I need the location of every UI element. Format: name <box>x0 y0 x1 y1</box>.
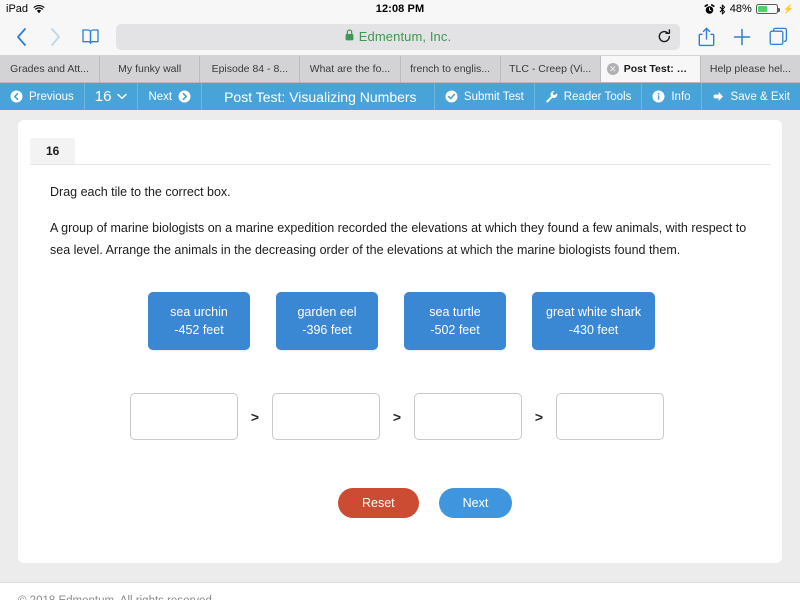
alarm-clock-icon <box>704 3 715 15</box>
submit-test-label: Submit Test <box>463 90 524 103</box>
forward-button[interactable] <box>44 24 66 50</box>
lightning-bolt-icon: ⚡ <box>782 3 794 14</box>
share-icon[interactable] <box>694 24 718 50</box>
assessment-title: Post Test: Visualizing Numbers <box>202 83 435 110</box>
arrow-right-circle-icon <box>178 90 191 103</box>
tile-animal-name: sea turtle <box>429 304 481 319</box>
question-number-value: 16 <box>94 88 112 105</box>
next-question-button[interactable]: Next <box>138 83 203 110</box>
question-number-selector[interactable]: 16 <box>85 83 139 110</box>
browser-tab-label: What are the fo... <box>309 63 391 75</box>
browser-tab-label: Episode 84 - 8... <box>211 63 289 75</box>
tile-animal-name: sea urchin <box>170 304 228 319</box>
question-header-divider <box>30 164 770 165</box>
browser-tab[interactable]: My funky wall <box>100 56 201 82</box>
reload-icon[interactable] <box>657 28 672 45</box>
save-and-exit-label: Save & Exit <box>730 90 790 103</box>
browser-tab-label: Post Test: Vi... <box>623 63 694 75</box>
draggable-tile[interactable]: sea urchin -452 feet <box>148 291 250 350</box>
info-button[interactable]: Info <box>642 83 702 110</box>
drop-zone[interactable] <box>130 393 238 440</box>
tile-elevation-value: -502 feet <box>430 322 480 337</box>
tile-elevation-value: -396 feet <box>302 322 352 337</box>
assessment-toolbar-right: Submit Test Reader Tools Info Save & Exi… <box>435 83 800 110</box>
greater-than-separator: > <box>250 408 260 425</box>
draggable-tile[interactable]: garden eel -396 feet <box>276 291 378 350</box>
reader-tools-button[interactable]: Reader Tools <box>535 83 643 110</box>
browser-tab[interactable]: french to englis... <box>400 56 501 82</box>
browser-tab-active[interactable]: ✕ Post Test: Vi... <box>600 56 701 82</box>
info-label: Info <box>671 90 691 103</box>
status-bar-clock: 12:08 PM <box>375 3 425 15</box>
info-circle-icon <box>652 90 665 103</box>
page-background: 16 Drag each tile to the correct box. A … <box>0 110 800 600</box>
tile-elevation-value: -452 feet <box>174 322 224 337</box>
browser-toolbar: Edmentum, Inc. <box>0 18 800 56</box>
browser-tab-label: Grades and Att... <box>10 63 89 75</box>
tile-animal-name: garden eel <box>297 304 357 319</box>
sign-out-icon <box>712 90 725 103</box>
reader-tools-label: Reader Tools <box>563 90 632 103</box>
tab-strip: Grades and Att... My funky wall Episode 84… <box>0 56 800 83</box>
browser-tab[interactable]: Grades and Att... <box>0 56 101 82</box>
assessment-toolbar: Previous 16 Next Post Test: Visualizing … <box>0 83 800 110</box>
page-footer: © 2018 Edmentum. All rights reserved. <box>0 582 800 600</box>
address-bar[interactable]: Edmentum, Inc. <box>116 23 680 50</box>
draggable-tile[interactable]: great white shark -430 feet <box>532 291 656 350</box>
bookmarks-icon[interactable] <box>78 24 102 50</box>
browser-tab[interactable]: TLC - Creep (Vi... <box>500 56 601 82</box>
bluetooth-icon <box>719 4 726 15</box>
next-question-label: Next <box>148 90 173 103</box>
question-number-badge: 16 <box>30 138 76 164</box>
battery-icon <box>755 4 780 14</box>
greater-than-separator: > <box>392 408 402 425</box>
next-button[interactable]: Next <box>438 488 513 518</box>
question-instruction: Drag each tile to the correct box. <box>50 185 231 199</box>
tile-elevation-value: -430 feet <box>568 322 619 337</box>
battery-percent-label: 48% <box>729 3 752 15</box>
greater-than-separator: > <box>534 408 544 425</box>
browser-tab-label: My funky wall <box>118 63 182 75</box>
drop-zone[interactable] <box>272 393 380 440</box>
browser-tab[interactable]: Episode 84 - 8... <box>200 56 301 82</box>
action-buttons: Reset Next <box>50 488 750 518</box>
question-card: 16 Drag each tile to the correct box. A … <box>18 120 782 563</box>
submit-test-button[interactable]: Submit Test <box>435 83 535 110</box>
draggable-tile[interactable]: sea turtle -502 feet <box>404 291 506 350</box>
browser-tab-label: Help please hel... <box>709 63 791 75</box>
question-prompt: A group of marine biologists on a marine… <box>50 221 747 257</box>
tile-animal-name: great white shark <box>546 304 642 319</box>
browser-tab-label: french to englis... <box>410 63 491 75</box>
browser-tab-label: TLC - Creep (Vi... <box>509 63 592 75</box>
ios-status-bar: iPad 12:08 PM 48% ⚡ <box>0 0 800 18</box>
check-circle-icon <box>445 90 458 103</box>
question-content: Drag each tile to the correct box. A gro… <box>18 185 782 518</box>
drop-zone[interactable] <box>556 393 664 440</box>
previous-question-label: Previous <box>29 90 74 103</box>
chevron-down-icon <box>117 93 128 100</box>
back-button[interactable] <box>10 24 32 50</box>
address-bar-content: Edmentum, Inc. <box>345 28 451 46</box>
drop-zone-row: > > > <box>50 393 750 440</box>
status-bar-right: 48% ⚡ <box>704 3 794 15</box>
drop-zone[interactable] <box>414 393 522 440</box>
browser-tab[interactable]: Help please hel... <box>700 56 800 82</box>
copyright-label: © 2018 Edmentum. All rights reserved. <box>18 595 215 600</box>
reset-button[interactable]: Reset <box>338 488 419 518</box>
save-and-exit-button[interactable]: Save & Exit <box>702 83 800 110</box>
address-bar-text: Edmentum, Inc. <box>358 29 452 44</box>
previous-question-button[interactable]: Previous <box>0 83 85 110</box>
draggable-tiles: sea urchin -452 feet garden eel -396 feet se… <box>50 291 750 350</box>
browser-tab[interactable]: What are the fo... <box>300 56 401 82</box>
lock-icon <box>345 28 354 46</box>
arrow-left-circle-icon <box>10 90 23 103</box>
wrench-icon <box>545 90 558 103</box>
close-circle-icon[interactable]: ✕ <box>606 63 619 75</box>
new-tab-icon[interactable] <box>730 24 754 50</box>
tabs-overview-icon[interactable] <box>766 24 790 50</box>
